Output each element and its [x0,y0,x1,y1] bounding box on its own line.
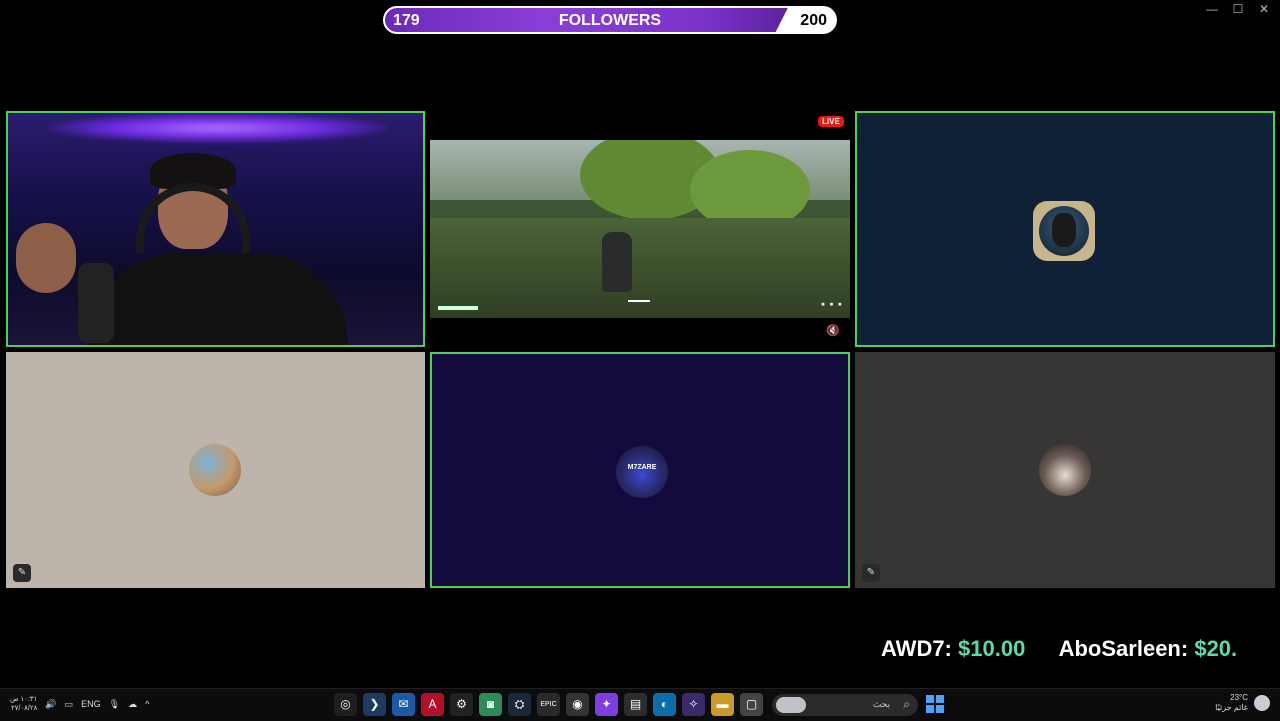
onedrive-icon[interactable]: ☁ [128,699,137,710]
headset-icon [136,183,250,253]
game-health-bar [438,306,478,310]
clock[interactable]: ١٠:٣١ ص ٢٧/٠٨/٢٨ [10,695,37,713]
weather-widget[interactable]: 23°C غائم جزئيًا [1215,693,1270,713]
search-placeholder: بحث [872,699,890,709]
chevron-up-icon[interactable]: ^ [145,699,149,709]
store-icon[interactable]: ▤ [624,693,647,716]
edge-icon[interactable]: ◐ [653,693,676,716]
mic-muted-icon: ✎ [862,564,880,582]
copilot-icon[interactable]: ✧ [682,693,705,716]
game-stream-tile[interactable]: ▪ ▪ ▪ [430,140,850,318]
donation-ticker: AWD7: $10.00 AboSarleen: $20. [881,636,1265,662]
game-hud: ▪ ▪ ▪ [820,300,842,308]
system-tray: ١٠:٣١ ص ٢٧/٠٨/٢٨ 🔊 ▭ ENG 🎙 ☁ ^ [10,695,149,713]
donation-amount: $10.00 [958,636,1026,661]
weather-description: غائم جزئيًا [1215,703,1248,712]
adobe-icon[interactable]: A [421,693,444,716]
donation-amount: $20. [1194,636,1238,661]
game-character [602,232,632,292]
streamer-hoodie [88,253,348,345]
minimize-button[interactable]: — [1206,2,1218,16]
game-crosshair [628,300,650,302]
follower-goal-bar: 179 FOLLOWERS 200 [383,6,837,34]
streamer-hand [16,223,76,293]
participant-tile-1[interactable] [855,111,1275,347]
chrome-icon[interactable]: ◉ [566,693,589,716]
participant-tile-4[interactable]: ✎ [855,352,1275,588]
weather-cloud-icon [1254,695,1270,711]
close-button[interactable]: ✕ [1258,2,1270,16]
messenger-icon[interactable]: ✦ [595,693,618,716]
maximize-button[interactable]: ☐ [1232,2,1244,16]
mic-muted-icon: ✎ [13,564,31,582]
game-ground [430,218,850,318]
search-highlight-thumbnail [776,697,806,713]
clock-date: ٢٧/٠٨/٢٨ [10,705,38,712]
steelseries-icon[interactable]: ⚙ [450,693,473,716]
network-icon[interactable]: ▭ [65,699,74,710]
discord-icon[interactable]: ◙ [479,693,502,716]
search-app-icon[interactable]: ◎ [334,693,357,716]
participant-avatar: M7ZARE [616,446,668,498]
volume-icon[interactable]: 🔊 [45,699,56,710]
participant-avatar [189,444,241,496]
steam-icon[interactable]: ⛭ [508,693,531,716]
donor-name: AWD7: [881,636,952,661]
taskbar-apps: ◎ ❯ ✉ A ⚙ ◙ ⛭ EPIC ◉ ✦ ▤ ◐ ✧ ▬ ▢ [334,693,763,716]
participant-avatar-framed [1033,201,1095,261]
goal-label: FOLLOWERS [558,12,662,29]
webcam-tile[interactable] [6,111,425,347]
outlook-icon[interactable]: ✉ [392,693,415,716]
microphone-icon [78,263,114,343]
taskbar-search[interactable]: بحث ⌕ [772,694,918,716]
language-indicator[interactable]: ENG [81,699,101,709]
speaker-muted-icon[interactable]: 🔇 [826,324,840,337]
donor-name: AboSarleen: [1058,636,1189,661]
avatar-text: M7ZARE [627,464,657,471]
vscode-icon[interactable]: ❯ [363,693,386,716]
participant-avatar [1039,444,1091,496]
file-explorer-icon[interactable]: ▬ [711,693,734,716]
temperature: 23°C [1230,693,1248,702]
clock-time: ١٠:٣١ ص [10,696,38,703]
start-button[interactable] [926,695,944,713]
search-icon: ⌕ [903,697,910,711]
live-badge: LIVE [818,116,844,127]
led-glow [48,113,388,143]
goal-target: 200 [800,12,827,29]
microphone-tray-icon[interactable]: 🎙 [109,699,120,710]
epic-games-icon[interactable]: EPIC [537,693,560,716]
participant-tile-2[interactable]: ✎ [6,352,425,588]
app-window-icon[interactable]: ▢ [740,693,763,716]
taskbar: ١٠:٣١ ص ٢٧/٠٨/٢٨ 🔊 ▭ ENG 🎙 ☁ ^ ◎ ❯ ✉ A ⚙… [0,688,1280,721]
participant-tile-3[interactable]: M7ZARE [430,352,850,588]
window-controls: — ☐ ✕ [1206,2,1270,16]
